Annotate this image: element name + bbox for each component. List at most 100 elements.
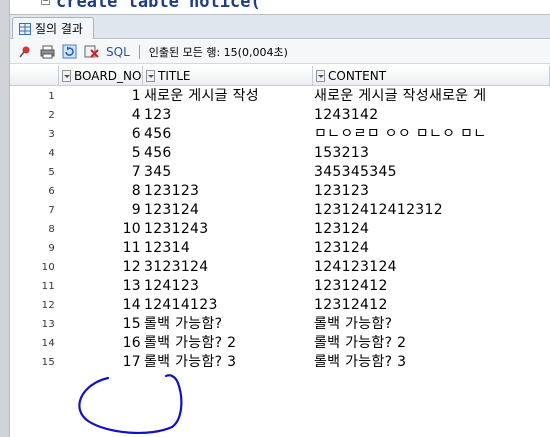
column-header-board-no[interactable]: BOARD_NO [59, 66, 143, 86]
row-number-cell: 10 [41, 262, 55, 273]
board-no-cell[interactable]: 1 [59, 87, 143, 106]
grid-icon [19, 22, 31, 35]
tab-query-result[interactable]: 질의 결과 [12, 17, 94, 39]
title-cell[interactable]: 124123 [144, 277, 313, 296]
content-cell[interactable]: 124123124 [314, 258, 550, 277]
column-header-content[interactable]: CONTENT [313, 66, 550, 86]
row-number-cell: 7 [48, 205, 55, 216]
column-header-label: TITLE [158, 68, 191, 83]
print-button[interactable] [38, 43, 56, 61]
row-number-cell: 1 [48, 91, 55, 102]
board-no-cell[interactable]: 13 [59, 277, 143, 296]
content-cell[interactable]: 새로운 게시글 작성새로운 게 [314, 87, 550, 106]
content-cell[interactable]: ㅁㄴㅇㄹㅁ ㅇㅇ ㅁㄴㅇ ㅁㄴ [314, 125, 550, 144]
content-cell[interactable]: 롤백 가능함? 2 [314, 334, 550, 353]
title-cell[interactable]: 롤백 가능함? 2 [144, 334, 313, 353]
board-no-cell[interactable]: 12 [59, 258, 143, 277]
title-cell[interactable]: 12414123 [144, 296, 313, 315]
result-tab-bar: 질의 결과 [10, 14, 550, 39]
sort-icon[interactable] [316, 69, 325, 82]
sort-icon[interactable] [146, 69, 155, 82]
table-row[interactable]: 11 13 124123 12312412 [10, 277, 550, 296]
cancel-query-button[interactable] [82, 43, 100, 61]
table-row[interactable]: 5 7 345 345345345 [10, 163, 550, 182]
table-row[interactable]: 13 15 롤백 가능함? 롤백 가능함? [10, 315, 550, 334]
content-cell[interactable]: 12312412 [314, 277, 550, 296]
row-number-cell: 12 [41, 300, 55, 311]
board-no-cell[interactable]: 10 [59, 220, 143, 239]
result-grid[interactable]: BOARD_NO TITLE CONTENT 1 1 새로운 게시글 작성 새로운 게… [10, 66, 550, 437]
row-number-cell: 3 [48, 129, 55, 140]
row-number-cell: 4 [48, 148, 55, 159]
table-row[interactable]: 3 6 456 ㅁㄴㅇㄹㅁ ㅇㅇ ㅁㄴㅇ ㅁㄴ [10, 125, 550, 144]
left-gutter [0, 0, 10, 437]
board-no-cell[interactable]: 14 [59, 296, 143, 315]
content-cell[interactable]: 345345345 [314, 163, 550, 182]
content-cell[interactable]: 123124 [314, 220, 550, 239]
fold-toggle-icon[interactable]: − [41, 0, 50, 5]
title-cell[interactable]: 롤백 가능함? 3 [144, 353, 313, 372]
board-no-cell[interactable]: 5 [59, 144, 143, 163]
row-number-cell: 6 [48, 186, 55, 197]
table-row[interactable]: 2 4 123 1243142 [10, 106, 550, 125]
table-row[interactable]: 4 5 456 153213 [10, 144, 550, 163]
content-cell[interactable]: 123124 [314, 239, 550, 258]
row-number-cell: 11 [41, 281, 55, 292]
board-no-cell[interactable]: 7 [59, 163, 143, 182]
tab-label: 질의 결과 [35, 22, 83, 36]
table-row[interactable]: 8 10 1231243 123124 [10, 220, 550, 239]
table-row[interactable]: 7 9 123124 12312412412312 [10, 201, 550, 220]
title-cell[interactable]: 새로운 게시글 작성 [144, 87, 313, 106]
editor-strip[interactable]: − create table notice( [10, 0, 550, 14]
row-number-cell: 5 [48, 167, 55, 178]
title-cell[interactable]: 123123 [144, 182, 313, 201]
row-number-cell: 8 [48, 224, 55, 235]
content-cell[interactable]: 12312412412312 [314, 201, 550, 220]
table-row[interactable]: 6 8 123123 123123 [10, 182, 550, 201]
title-cell[interactable]: 1231243 [144, 220, 313, 239]
printer-icon [40, 45, 54, 58]
title-cell[interactable]: 3123124 [144, 258, 313, 277]
title-cell[interactable]: 456 [144, 125, 313, 144]
editor-code-line[interactable]: create table notice( [56, 0, 261, 12]
row-number-cell: 14 [41, 338, 55, 349]
board-no-cell[interactable]: 11 [59, 239, 143, 258]
sql-button[interactable]: SQL [106, 45, 130, 59]
table-row[interactable]: 9 11 12314 123124 [10, 239, 550, 258]
title-cell[interactable]: 롤백 가능함? [144, 315, 313, 334]
board-no-cell[interactable]: 9 [59, 201, 143, 220]
table-row[interactable]: 10 12 3123124 124123124 [10, 258, 550, 277]
content-cell[interactable]: 153213 [314, 144, 550, 163]
board-no-cell[interactable]: 15 [59, 315, 143, 334]
table-row[interactable]: 14 16 롤백 가능함? 2 롤백 가능함? 2 [10, 334, 550, 353]
table-row[interactable]: 1 1 새로운 게시글 작성 새로운 게시글 작성새로운 게 [10, 87, 550, 106]
pin-button[interactable] [16, 43, 34, 61]
title-cell[interactable]: 456 [144, 144, 313, 163]
title-cell[interactable]: 123 [144, 106, 313, 125]
column-header-label: CONTENT [328, 68, 387, 83]
column-header-label: BOARD_NO [74, 68, 142, 83]
fetch-status: 인출된 모든 행: 15(0,004초) [148, 45, 288, 59]
title-cell[interactable]: 123124 [144, 201, 313, 220]
board-no-cell[interactable]: 8 [59, 182, 143, 201]
row-number-cell: 15 [41, 357, 55, 368]
board-no-cell[interactable]: 4 [59, 106, 143, 125]
content-cell[interactable]: 12312412 [314, 296, 550, 315]
board-no-cell[interactable]: 6 [59, 125, 143, 144]
toolbar-separator [138, 44, 140, 59]
board-no-cell[interactable]: 17 [59, 353, 143, 372]
content-cell[interactable]: 123123 [314, 182, 550, 201]
row-number-header [10, 66, 59, 86]
title-cell[interactable]: 345 [144, 163, 313, 182]
column-header-title[interactable]: TITLE [143, 66, 313, 86]
board-no-cell[interactable]: 16 [59, 334, 143, 353]
content-cell[interactable]: 롤백 가능함? 3 [314, 353, 550, 372]
table-row[interactable]: 15 17 롤백 가능함? 3 롤백 가능함? 3 [10, 353, 550, 372]
refresh-button[interactable] [60, 43, 78, 61]
sort-icon[interactable] [62, 69, 71, 82]
content-cell[interactable]: 1243142 [314, 106, 550, 125]
row-number-cell: 13 [41, 319, 55, 330]
content-cell[interactable]: 롤백 가능함? [314, 315, 550, 334]
title-cell[interactable]: 12314 [144, 239, 313, 258]
table-row[interactable]: 12 14 12414123 12312412 [10, 296, 550, 315]
